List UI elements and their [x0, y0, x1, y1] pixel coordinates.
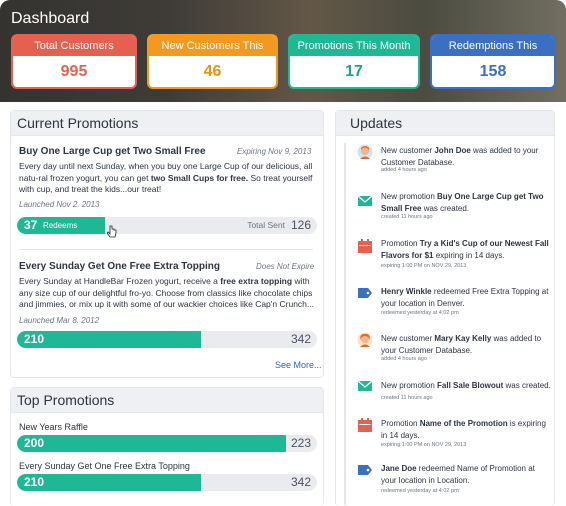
avatar-icon — [357, 332, 373, 348]
top-promo-total: 223 — [290, 436, 311, 450]
promo-progress-bar: 37 Redeems Total Sent 126 — [17, 217, 317, 234]
see-more-link[interactable]: See More... — [275, 360, 322, 370]
update-text: Promotion Name of the Promotion is expir… — [381, 419, 546, 440]
update-text: Henry Winkle redeemed Free Extra Topping… — [381, 287, 549, 308]
progress-fill — [17, 474, 202, 491]
stat-value: 17 — [345, 63, 363, 80]
promo-title[interactable]: Buy One Large Cup get Two Small Free — [19, 146, 206, 157]
stat-value: 995 — [60, 63, 88, 80]
stat-value: 46 — [203, 63, 222, 80]
stat-label: Redemptions This Month — [432, 36, 554, 72]
top-promo-bar: 200 223 — [17, 435, 317, 452]
progress-fill — [17, 435, 287, 452]
update-time: created 11 hours ago — [381, 214, 433, 220]
promo-launched: Launched Nov 2. 2013 — [19, 200, 100, 209]
update-time: expiring 1:00 PM on NOV 29, 2013 — [381, 442, 467, 448]
mouse-cursor-icon — [107, 225, 117, 238]
stat-label: Promotions This Month — [290, 36, 418, 56]
top-promo-total: 342 — [290, 475, 311, 489]
top-promo-label[interactable]: New Years Raffle — [19, 422, 88, 432]
progress-fill — [17, 331, 202, 348]
total-sent-count: 342 — [290, 332, 311, 346]
promo-title[interactable]: Every Sunday Get One Free Extra Topping — [19, 261, 220, 272]
promo-progress-bar: 210 342 — [17, 331, 317, 348]
total-sent-label: Total Sent — [247, 220, 285, 230]
stat-redemptions[interactable]: Redemptions This Month 158 — [430, 34, 556, 89]
total-sent-count: 126 — [290, 218, 311, 232]
stat-promotions[interactable]: Promotions This Month 17 — [288, 34, 420, 89]
redeem-label: Redeems — [43, 221, 78, 230]
promo-expiry: Does Not Expire — [256, 262, 315, 271]
tag-icon — [358, 288, 372, 298]
update-text: Jane Doe redeemed Name of Promotion at y… — [381, 464, 535, 485]
update-time: created 11 hours ago — [381, 395, 433, 401]
promo-description: Every day until next Sunday, when you bu… — [19, 161, 313, 194]
update-text: New customer Mary Kay Kelly was added to… — [381, 334, 542, 355]
update-text: New promotion Fall Sale Blowout was crea… — [381, 381, 551, 390]
update-time: redeemed yesterday at 4:02 pm — [381, 310, 459, 316]
avatar-icon — [357, 144, 373, 160]
stat-value: 158 — [479, 63, 507, 80]
update-time: redeemed yesterday at 4:02 pm — [381, 488, 459, 494]
calendar-icon — [358, 418, 372, 432]
top-promo-label[interactable]: Every Sunday Get One Free Extra Topping — [19, 461, 190, 471]
promo-description: Every Sunday at HandleBar Frozen yogurt,… — [19, 276, 314, 309]
update-text: New customer John Doe was added to your … — [381, 146, 539, 167]
stat-new-customers[interactable]: New Customers This Month 46 — [147, 34, 278, 89]
panel-title: Current Promotions — [11, 111, 323, 136]
redeem-count: 37 — [24, 218, 38, 232]
stat-total-customers[interactable]: Total Customers 995 — [11, 34, 137, 89]
update-time: added 4 hours ago — [381, 167, 427, 173]
stat-label: New Customers This Month — [149, 36, 276, 72]
top-promo-value: 200 — [24, 436, 45, 450]
update-text: New promotion Buy One Large Cup get Two … — [381, 192, 544, 213]
update-text: Promotion Try a Kid's Cup of our Newest … — [381, 239, 549, 260]
dashboard-header: Dashboard Total Customers 995 New Custom… — [0, 0, 566, 102]
update-time: added 4 hours ago — [381, 356, 427, 362]
top-promo-bar: 210 342 — [17, 474, 317, 491]
divider — [19, 249, 313, 250]
timeline-line — [344, 143, 346, 505]
redeem-count: 210 — [24, 332, 45, 346]
envelope-icon — [357, 195, 373, 206]
tag-icon — [358, 465, 372, 475]
stat-label: Total Customers — [13, 36, 135, 56]
top-promo-value: 210 — [24, 475, 45, 489]
promo-launched: Launched Mar 8. 2012 — [19, 316, 100, 325]
panel-title: Top Promotions — [11, 388, 323, 413]
panel-title: Updates — [336, 111, 554, 136]
page-title: Dashboard — [11, 10, 90, 27]
promo-expiry: Expiring Nov 9, 2013 — [237, 147, 312, 156]
update-time: expiring 1:00 PM on NOV 29, 2013 — [381, 263, 467, 269]
calendar-icon — [358, 239, 372, 253]
envelope-icon — [357, 380, 373, 391]
